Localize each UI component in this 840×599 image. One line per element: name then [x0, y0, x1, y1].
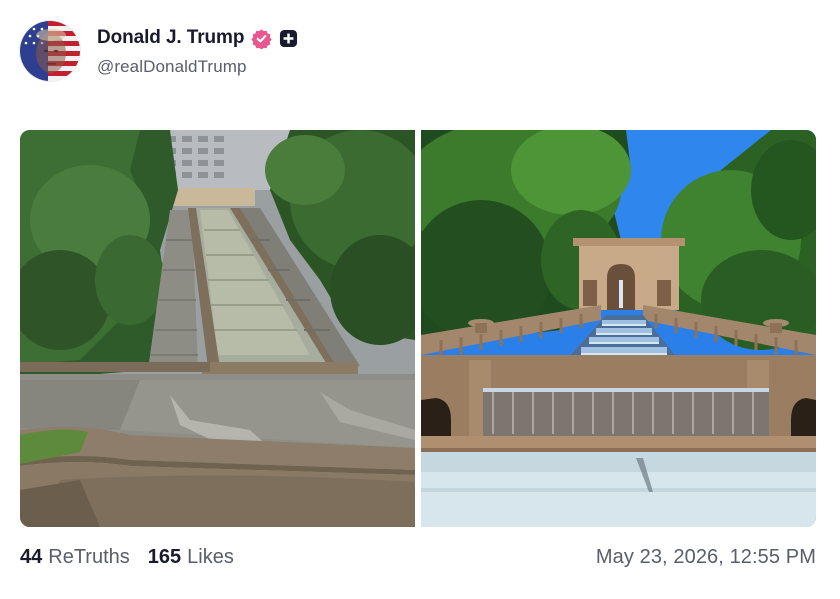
photo-cascade-park-dry: [20, 130, 415, 527]
post-timestamp[interactable]: May 23, 2026, 12:55 PM: [596, 546, 816, 569]
name-row: Donald J. Trump: [97, 25, 298, 51]
post-stats: 44 ReTruths 165 Likes: [20, 546, 252, 569]
plus-badge-icon: [279, 29, 298, 48]
post-footer: 44 ReTruths 165 Likes May 23, 2026, 12:5…: [20, 541, 816, 573]
avatar-image: [20, 21, 80, 81]
likes-stat[interactable]: 165 Likes: [148, 546, 234, 569]
retruths-count: 44: [20, 545, 43, 568]
post-header: Donald J. Trump @realDonaldTrump: [20, 20, 298, 82]
post-image-left[interactable]: [20, 130, 415, 527]
retruths-label: ReTruths: [48, 545, 130, 568]
avatar[interactable]: [20, 21, 80, 81]
media-grid: [20, 130, 816, 527]
verified-badge-icon: [251, 28, 273, 50]
photo-cascade-park-fountain: [421, 130, 816, 527]
author-handle[interactable]: @realDonaldTrump: [97, 57, 298, 77]
author-names: Donald J. Trump @realDonaldTrump: [97, 25, 298, 77]
likes-count: 165: [147, 545, 182, 568]
likes-label: Likes: [187, 545, 234, 568]
post-image-right[interactable]: [421, 130, 816, 527]
retruths-stat[interactable]: 44 ReTruths: [20, 546, 130, 569]
author-display-name[interactable]: Donald J. Trump: [97, 27, 244, 49]
